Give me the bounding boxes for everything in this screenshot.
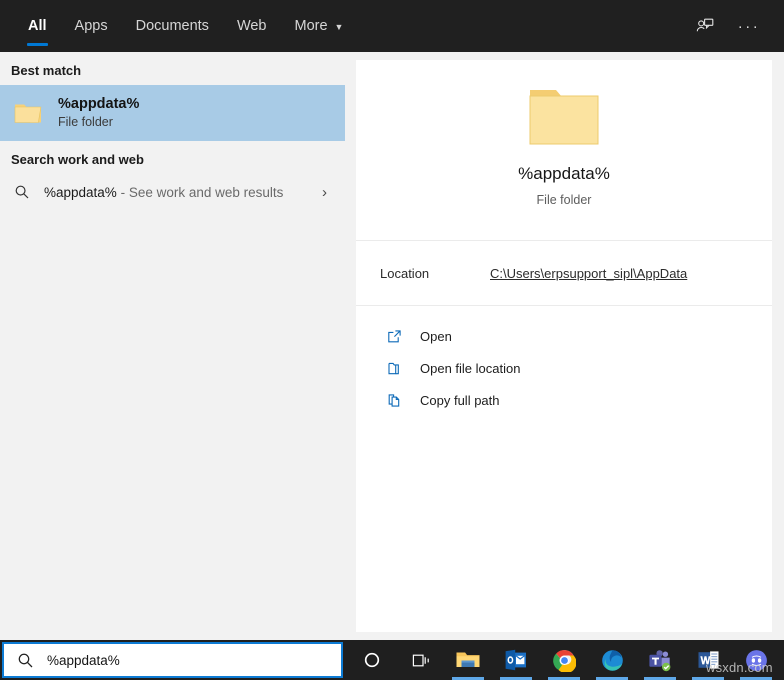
tab-all[interactable]: All [14,0,61,52]
taskbar-file-explorer-button[interactable] [444,640,492,680]
tab-all-label: All [28,18,47,34]
tab-more-label: More [295,18,328,34]
chevron-right-icon: › [322,184,333,201]
taskbar-task-view-button[interactable] [396,640,444,680]
preview-card: %appdata% File folder Location C:\Users\… [356,60,772,632]
web-result-description: - See work and web results [121,185,284,200]
taskbar-edge-button[interactable] [588,640,636,680]
best-match-subtitle: File folder [58,115,139,131]
tab-documents[interactable]: Documents [122,0,223,52]
tab-web[interactable]: Web [223,0,281,52]
taskbar-word-button[interactable] [684,640,732,680]
taskbar-chrome-button[interactable] [540,640,588,680]
word-icon [697,649,720,671]
action-open[interactable]: Open [356,320,772,352]
teams-icon [648,649,672,672]
action-open-label: Open [420,329,452,344]
action-open-file-location[interactable]: Open file location [356,352,772,384]
taskbar-discord-button[interactable] [732,640,780,680]
taskbar: %appdata% [0,640,784,680]
action-list: Open Open file location [356,306,772,416]
search-work-web-heading: Search work and web [0,141,345,174]
location-path-link[interactable]: C:\Users\erpsupport_sipl\AppData [490,266,687,281]
location-label: Location [380,266,490,281]
action-copy-full-path-label: Copy full path [420,393,500,408]
discord-icon [745,649,768,672]
preview-subtitle: File folder [537,193,592,207]
tab-apps[interactable]: Apps [61,0,122,52]
more-options-button[interactable]: ··· [730,7,768,45]
person-feedback-icon [695,16,715,36]
task-view-icon [410,651,431,670]
taskbar-icons [348,640,780,680]
folder-icon [12,97,44,129]
copy-icon [384,393,404,408]
outlook-icon [504,649,528,671]
action-open-file-location-label: Open file location [420,361,520,376]
search-icon [12,184,32,200]
tab-documents-label: Documents [136,18,209,34]
results-list: Best match [0,52,345,640]
edge-icon [601,649,624,672]
search-filter-tabs: All Apps Documents Web More ▼ [14,0,357,52]
search-body: Best match [0,52,784,640]
search-input-value: %appdata% [47,653,120,668]
web-result-query: %appdata% [44,185,117,200]
best-match-result[interactable]: %appdata% File folder [0,85,345,141]
best-match-texts: %appdata% File folder [58,95,139,131]
web-result-text: %appdata% - See work and web results [44,185,283,200]
header-actions: ··· [686,7,768,45]
preview-hero: %appdata% File folder [356,60,772,240]
taskbar-outlook-button[interactable] [492,640,540,680]
search-panel: All Apps Documents Web More ▼ [0,0,784,680]
ellipsis-icon: ··· [738,19,761,34]
location-row: Location C:\Users\erpsupport_sipl\AppDat… [356,241,772,305]
best-match-heading: Best match [0,52,345,85]
file-explorer-icon [455,649,481,671]
tab-apps-label: Apps [75,18,108,34]
cortana-icon [362,650,382,670]
folder-open-icon [384,361,404,376]
taskbar-cortana-button[interactable] [348,640,396,680]
preview-title: %appdata% [518,164,610,184]
taskbar-teams-button[interactable] [636,640,684,680]
action-copy-full-path[interactable]: Copy full path [356,384,772,416]
chrome-icon [553,649,576,672]
web-result-row[interactable]: %appdata% - See work and web results › [0,174,345,210]
tab-web-label: Web [237,18,267,34]
folder-large-icon [526,82,602,148]
feedback-button[interactable] [686,7,724,45]
tab-more[interactable]: More ▼ [281,0,358,52]
search-input[interactable]: %appdata% [2,642,343,678]
open-external-icon [384,329,404,344]
best-match-title: %appdata% [58,95,139,113]
search-header: All Apps Documents Web More ▼ [0,0,784,52]
search-icon [17,652,34,669]
chevron-down-icon: ▼ [335,23,344,32]
